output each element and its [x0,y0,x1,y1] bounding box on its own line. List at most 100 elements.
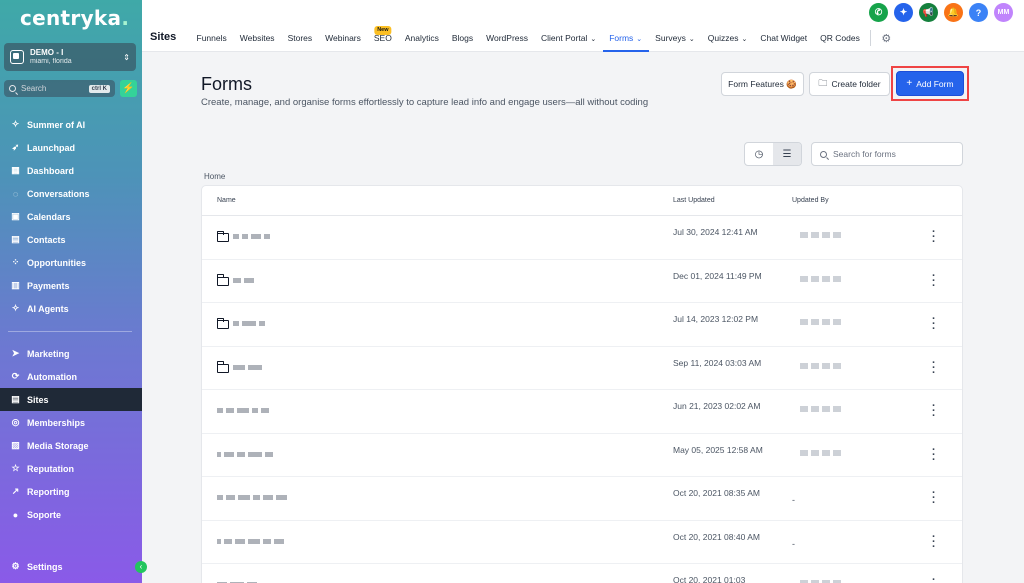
view-toggle: ◷ ☰ [744,142,802,166]
col-last-updated[interactable]: Last Updated [673,197,715,204]
table-row[interactable]: Jul 30, 2024 12:41 AM · · · [202,216,962,260]
ai-agents-icon: ✧ [11,303,20,313]
more-options-icon[interactable]: ··· [932,357,936,378]
redacted-updated-by [800,449,841,456]
tab-label: Client Portal [541,33,588,43]
updated-by: - [792,538,795,549]
sidebar-item-calendars[interactable]: ▣ Calendars [0,205,142,228]
account-switcher[interactable]: DEMO - I miami, florida ⇕ [4,43,136,71]
tab-surveys[interactable]: Surveys ⌄ [649,24,702,52]
create-folder-button[interactable]: 🗀 Create folder [809,72,890,96]
sidebar-item-soporte[interactable]: ● Soporte [0,503,142,526]
sidebar-item-memberships[interactable]: ◎ Memberships [0,411,142,434]
sidebar-item-label: Reputation [27,463,74,474]
sidebar-item-reporting[interactable]: ↗ Reporting [0,480,142,503]
sidebar-item-label: Marketing [27,348,70,359]
sidebar-item-automation[interactable]: ⟳ Automation [0,365,142,388]
tab-qr-codes[interactable]: QR Codes [814,24,867,52]
redacted-updated-by [800,362,841,369]
table-row[interactable]: Jul 14, 2023 12:02 PM · · · [202,303,962,347]
tab-client-portal[interactable]: Client Portal ⌄ [535,24,603,52]
more-options-icon[interactable]: ··· [932,488,936,509]
tab-analytics[interactable]: Analytics [398,24,445,52]
tab-quizzes[interactable]: Quizzes ⌄ [701,24,754,52]
folder-icon [216,230,229,242]
more-options-icon[interactable]: ··· [932,314,936,335]
tabs-settings-gear-icon[interactable]: ⚙ [875,32,897,45]
reporting-icon: ↗ [11,486,20,496]
breadcrumb[interactable]: Home [204,172,225,181]
tab-funnels[interactable]: Funnels [190,24,233,52]
tab-webinars[interactable]: Webinars [319,24,368,52]
redacted-name [233,321,303,327]
tab-label: Stores [287,33,313,43]
more-options-icon[interactable]: ··· [932,401,936,422]
dashboard-icon: ▦ [11,165,20,175]
last-updated: Dec 01, 2024 11:49 PM [673,270,762,281]
table-row[interactable]: Sep 11, 2024 03:03 AM · · · [202,347,962,390]
sidebar-item-conversations[interactable]: ◌ Conversations [0,182,142,205]
avatar[interactable]: MM [994,3,1013,22]
chevron-down-icon: ⌄ [688,36,695,43]
table-row[interactable]: Jun 21, 2023 02:02 AM · · · [202,390,962,434]
tab-seo[interactable]: New SEO [367,24,398,52]
redacted-name [217,408,287,414]
sidebar-item-sites[interactable]: ▤ Sites [0,388,142,411]
col-name[interactable]: Name [217,197,236,204]
table-header: Name Last Updated Updated By [202,186,962,216]
table-row[interactable]: Oct 20, 2021 08:40 AM - · · · [202,521,962,564]
sidebar-item-ai-agents[interactable]: ✧ AI Agents [0,297,142,320]
quick-action-bolt-icon[interactable]: ⚡ [120,80,137,97]
help-icon[interactable]: ? [969,3,988,22]
sidebar-settings[interactable]: ⚙ Settings [0,555,142,578]
sidebar-nav-primary: ✧ Summer of AI ➶ Launchpad ▦ Dashboard ◌ Conver… [0,113,142,320]
last-updated: Sep 11, 2024 03:03 AM [673,357,762,368]
megaphone-icon[interactable]: 📢 [919,3,938,22]
table-row[interactable]: Oct 20, 2021 08:35 AM - · · · [202,477,962,521]
tab-stores[interactable]: Stores [281,24,319,52]
sidebar: centryka. DEMO - I miami, florida ⇕ Sear… [0,0,142,583]
table-row[interactable]: May 05, 2025 12:58 AM · · · [202,434,962,477]
settings-label: Settings [27,561,63,572]
add-form-button[interactable]: + Add Form [896,71,964,96]
table-row[interactable]: Oct 20, 2021 01:03 ··· [202,564,962,583]
more-options-icon[interactable]: ··· [932,227,936,248]
sidebar-item-label: Calendars [27,211,71,222]
form-features-button[interactable]: Form Features 🍪 [721,72,804,96]
sidebar-item-marketing[interactable]: ➤ Marketing [0,342,142,365]
top-icons: ✆ ✦ 📢 🔔? MM [869,3,1013,22]
more-options-icon[interactable]: ··· [932,575,936,583]
bell-icon[interactable]: 🔔 [944,3,963,22]
sidebar-item-opportunities[interactable]: ⁘ Opportunities [0,251,142,274]
sidebar-item-label: Payments [27,280,70,291]
sidebar-item-media-storage[interactable]: ▨ Media Storage [0,434,142,457]
tab-label: WordPress [486,33,529,43]
logo[interactable]: centryka. [20,6,129,30]
phone-icon[interactable]: ✆ [869,3,888,22]
collapse-sidebar-button[interactable]: ‹ [135,561,147,573]
sidebar-search[interactable]: Search ctrl K [4,80,115,97]
col-updated-by[interactable]: Updated By [792,197,829,204]
gear-icon: ⚙ [11,561,20,571]
sidebar-item-contacts[interactable]: ▤ Contacts [0,228,142,251]
tab-forms[interactable]: Forms ⌄ [602,24,649,52]
sidebar-item-launchpad[interactable]: ➶ Launchpad [0,136,142,159]
table-row[interactable]: Dec 01, 2024 11:49 PM · · · [202,260,962,303]
sidebar-item-payments[interactable]: ▥ Payments [0,274,142,297]
tab-wordpress[interactable]: WordPress [480,24,535,52]
tab-websites[interactable]: Websites [233,24,281,52]
list-view-icon[interactable]: ☰ [773,143,801,165]
more-options-icon[interactable]: ··· [932,531,936,552]
tab-chat-widget[interactable]: Chat Widget [754,24,814,52]
folder-icon [216,274,229,286]
sidebar-item-reputation[interactable]: ☆ Reputation [0,457,142,480]
more-options-icon[interactable]: ··· [932,444,936,465]
magic-icon[interactable]: ✦ [894,3,913,22]
recent-view-clock-icon[interactable]: ◷ [745,143,773,165]
sidebar-item-summer-of-ai[interactable]: ✧ Summer of AI [0,113,142,136]
folder-icon [216,317,229,329]
sidebar-item-dashboard[interactable]: ▦ Dashboard [0,159,142,182]
more-options-icon[interactable]: ··· [932,270,936,291]
tab-blogs[interactable]: Blogs [445,24,479,52]
forms-search-input[interactable]: Search for forms [811,142,963,166]
